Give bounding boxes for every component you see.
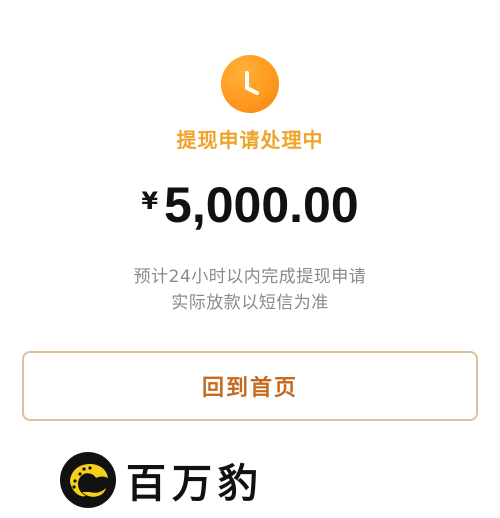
back-to-home-button[interactable]: 回到首页 <box>22 351 478 421</box>
amount-value: 5,000.00 <box>164 177 359 233</box>
currency-symbol: ¥ <box>141 187 159 215</box>
brand-name: 百万豹 <box>126 460 264 507</box>
status-title: 提现申请处理中 <box>176 128 324 152</box>
clock-icon <box>221 55 279 113</box>
sms-note: 实际放款以短信为准 <box>171 293 329 313</box>
processing-note: 预计24小时以内完成提现申请 <box>133 267 367 287</box>
back-to-home-label: 回到首页 <box>201 376 298 401</box>
amount-display: ¥5,000.00 <box>0 176 500 236</box>
brand-watermark: 百万豹 <box>60 448 264 512</box>
leopard-logo-icon <box>60 452 116 508</box>
